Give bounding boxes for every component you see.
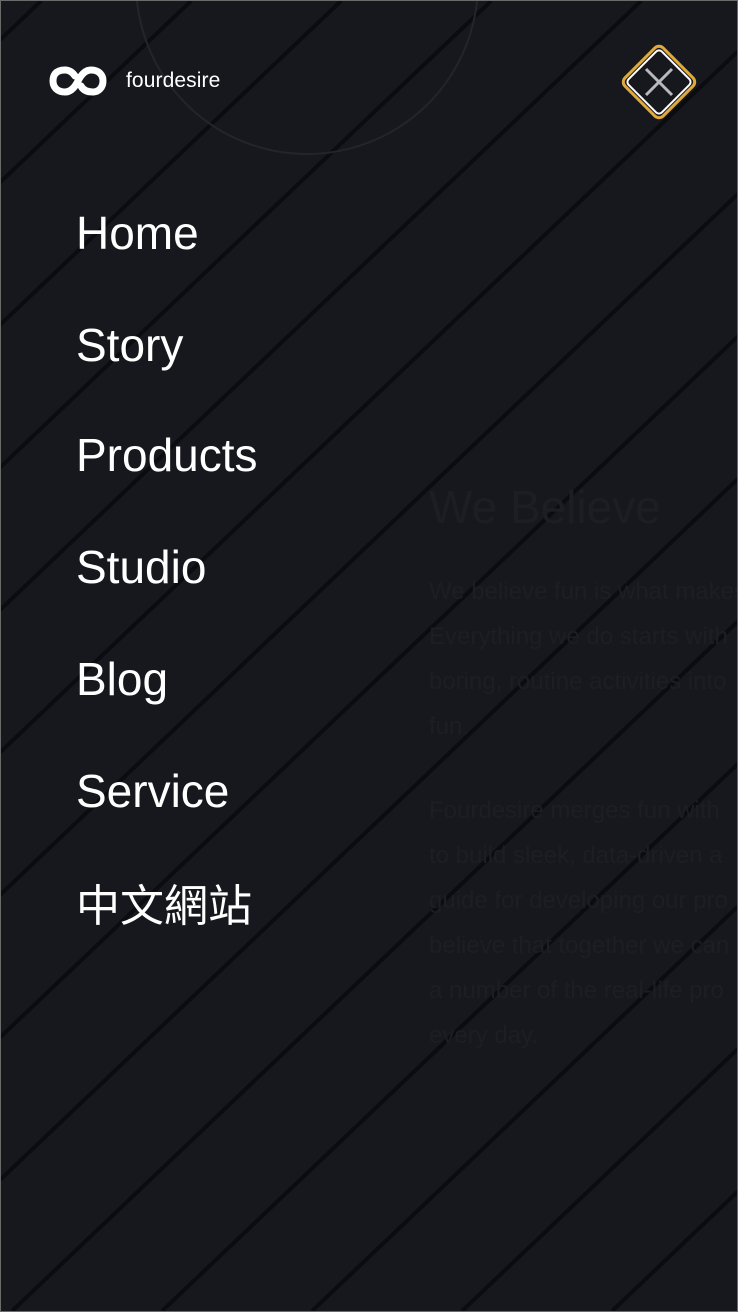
paragraph-line: believe that together we can [429,932,730,959]
mobile-menu-overlay: We Believe We believe fun is what makes … [0,0,738,1312]
menu-item-chinese-site[interactable]: 中文網站 [76,877,252,937]
menu-item-studio[interactable]: Studio [76,537,206,597]
background-stripe [1,1,343,327]
menu-item-story[interactable]: Story [76,315,183,375]
brand-logo-link[interactable]: fourdesire [49,63,220,99]
paragraph-line: We believe fun is what makes [429,578,738,605]
we-believe-section: We Believe We believe fun is what makes … [429,479,738,1097]
close-menu-button[interactable] [614,37,704,127]
paragraph-line: guide for developing our pro [429,887,728,914]
paragraph-line: Everything we do starts with [429,623,728,650]
we-believe-title: We Believe [429,481,661,533]
infinity-logo-icon [49,66,107,96]
menu-item-home[interactable]: Home [76,203,199,263]
paragraph-line: fun. [429,713,470,740]
paragraph-line: to build sleek, data-driven a [429,842,723,869]
paragraph-line: boring, routine activities into [429,668,727,695]
paragraph-line: every day. [429,1022,538,1049]
brand-name: fourdesire [126,69,221,92]
we-believe-paragraph-1: We believe fun is what makes Everything … [429,569,738,749]
paragraph-line: a number of the real-life pro [429,977,724,1004]
we-believe-paragraph-2: Fourdesire merges fun with to build slee… [429,788,737,1058]
background-stripe [1,1,43,42]
menu-item-products[interactable]: Products [76,425,258,485]
close-x-icon [621,44,697,120]
background-stripe [1,1,493,470]
menu-item-blog[interactable]: Blog [76,649,168,709]
paragraph-line: Fourdesire merges fun with [429,797,720,824]
menu-item-service[interactable]: Service [76,761,229,821]
